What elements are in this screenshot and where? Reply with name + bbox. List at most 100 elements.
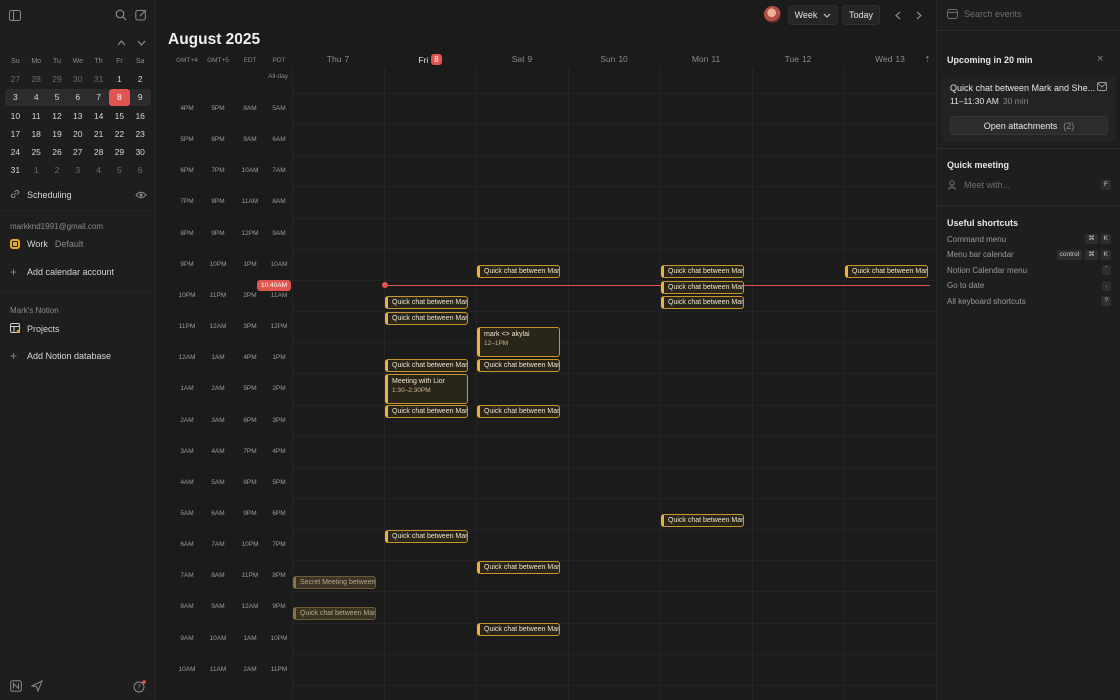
mini-calendar-day[interactable]: 16 <box>130 107 151 124</box>
mini-calendar-day[interactable]: 31 <box>5 162 26 179</box>
event-quick-chat[interactable]: Quick chat between Mark and Sheena <box>661 281 744 294</box>
mini-calendar-day[interactable]: 5 <box>46 88 68 106</box>
search-icon[interactable] <box>112 6 130 24</box>
mini-calendar-day[interactable]: 24 <box>5 144 26 161</box>
day-header-wed[interactable]: Wed 13 <box>844 54 936 64</box>
mini-calendar-day[interactable]: 28 <box>26 71 47 88</box>
shortcut-row[interactable]: Notion Calendar menu ` <box>947 265 1111 275</box>
open-attachments-button[interactable]: Open attachments (2) <box>950 116 1108 135</box>
event-quick-chat[interactable]: Quick chat between Mark and Sheena <box>661 514 744 527</box>
event-quick-chat[interactable]: Quick chat between Mark and Sheena <box>477 561 560 574</box>
mini-calendar-day[interactable]: 6 <box>130 162 151 179</box>
mini-calendar-day[interactable]: 15 <box>109 107 130 124</box>
event-quick-chat[interactable]: Quick chat between Mark and Sheena <box>477 623 560 636</box>
mini-calendar-day[interactable]: 27 <box>5 71 26 88</box>
mini-calendar-day[interactable]: 2 <box>47 162 68 179</box>
meet-with-field[interactable]: Meet with... F <box>947 180 1111 190</box>
mini-calendar-day[interactable]: 12 <box>47 107 68 124</box>
shortcut-row[interactable]: Menu bar calendar control ⌘ K <box>947 249 1111 260</box>
day-header-fri[interactable]: Fri 8 <box>384 54 476 65</box>
event-quick-chat[interactable]: Quick chat between Mark and Sheena <box>385 312 468 325</box>
calendar-item-work[interactable]: Work Default <box>10 239 83 249</box>
mini-calendar-day[interactable]: 1 <box>109 71 130 88</box>
add-calendar-account-button[interactable]: + Add calendar account <box>10 265 114 279</box>
mini-calendar-day[interactable]: 13 <box>67 107 88 124</box>
search-events-field[interactable]: Search events <box>947 9 1022 19</box>
mini-calendar-next-icon[interactable] <box>132 34 150 52</box>
day-header-sun[interactable]: Sun 10 <box>568 54 660 64</box>
mini-calendar-day[interactable]: 26 <box>47 144 68 161</box>
calendar-color-checkbox[interactable] <box>10 239 20 249</box>
notion-item-projects[interactable]: Projects <box>10 323 60 335</box>
event-quick-chat[interactable]: Quick chat between Mark and Sheena <box>385 530 468 543</box>
mini-calendar-day[interactable]: 2 <box>130 71 151 88</box>
today-button[interactable]: Today <box>842 5 880 25</box>
mini-calendar-day[interactable]: 27 <box>67 144 88 161</box>
mini-calendar-day[interactable]: 21 <box>88 125 109 142</box>
send-icon[interactable] <box>28 677 46 695</box>
mini-calendar-day[interactable]: 6 <box>67 88 89 106</box>
mini-calendar-day[interactable]: 17 <box>5 125 26 142</box>
mini-calendar-day[interactable]: 9 <box>129 88 151 106</box>
event-quick-chat[interactable]: Quick chat between Mark and Sheena <box>661 296 744 309</box>
event-quick-chat[interactable]: Quick chat between Mark and Sheena <box>477 405 560 418</box>
mini-calendar-day[interactable]: 30 <box>67 71 88 88</box>
mini-calendar-day[interactable]: 31 <box>88 71 109 88</box>
day-header-mon[interactable]: Mon 11 <box>660 54 752 64</box>
mini-calendar-day[interactable]: 23 <box>130 125 151 142</box>
event-quick-chat[interactable]: Quick chat between Mark and Sheena <box>477 359 560 372</box>
event-quick-chat[interactable]: Quick chat between Mark and Sheena <box>661 265 744 278</box>
day-header-thu[interactable]: Thu 7 <box>292 54 384 64</box>
mini-calendar-day[interactable]: 30 <box>130 144 151 161</box>
event-quick-chat[interactable]: Quick chat between Mark and Sheena <box>477 265 560 278</box>
mini-calendar-day[interactable]: 7 <box>88 88 109 106</box>
mini-calendar-day[interactable]: 3 <box>67 162 88 179</box>
mini-calendar-day[interactable]: 5 <box>109 162 130 179</box>
mini-calendar-day[interactable]: 22 <box>109 125 130 142</box>
mini-calendar-prev-icon[interactable] <box>112 34 130 52</box>
eye-icon[interactable] <box>132 186 150 204</box>
mini-calendar-day[interactable]: 8 <box>108 88 130 106</box>
mini-calendar-day[interactable]: 11 <box>26 107 47 124</box>
mini-calendar-day[interactable]: 14 <box>88 107 109 124</box>
close-icon[interactable]: × <box>1097 53 1103 65</box>
scheduling-row[interactable]: Scheduling <box>10 189 72 201</box>
email-icon[interactable] <box>1097 82 1107 94</box>
event-quick-chat[interactable]: Quick chat between Mark and Sheena <box>845 265 928 278</box>
mini-calendar-day[interactable]: 1 <box>26 162 47 179</box>
mini-calendar-day[interactable]: 29 <box>109 144 130 161</box>
add-notion-database-button[interactable]: + Add Notion database <box>10 349 111 363</box>
day-header-tue[interactable]: Tue 12 <box>752 54 844 64</box>
notion-app-icon[interactable] <box>7 677 25 695</box>
day-header-sat[interactable]: Sat 9 <box>476 54 568 64</box>
mini-calendar-day[interactable]: 29 <box>47 71 68 88</box>
mini-calendar-day[interactable]: 4 <box>25 88 47 106</box>
mini-calendar-day[interactable]: 25 <box>26 144 47 161</box>
view-selector-button[interactable]: Week <box>788 5 838 25</box>
previous-week-icon[interactable] <box>890 6 906 24</box>
shortcut-row[interactable]: Command menu ⌘ K <box>947 234 1111 244</box>
mini-calendar-day[interactable]: 19 <box>47 125 68 142</box>
event-quick-chat[interactable]: Quick chat between Mark and Sheena <box>385 296 468 309</box>
event-meeting-with-lior[interactable]: Meeting with Lior 1:30–2:30PM <box>385 374 468 404</box>
mini-calendar-day[interactable]: 18 <box>26 125 47 142</box>
mini-calendar-day[interactable]: 4 <box>88 162 109 179</box>
mini-calendar-day[interactable]: 20 <box>67 125 88 142</box>
shortcut-row[interactable]: Go to date. <box>947 280 1111 291</box>
event-secret-meeting[interactable]: Secret Meeting between Mark and Sheena <box>293 576 376 589</box>
new-event-icon[interactable] <box>132 6 150 24</box>
event-quick-chat[interactable]: Quick chat between Mark and Sheena <box>385 359 468 372</box>
event-quick-chat[interactable]: Quick chat between Mark and Sheena <box>385 405 468 418</box>
help-icon[interactable]: ? <box>130 677 148 695</box>
mini-calendar-day[interactable]: 28 <box>88 144 109 161</box>
mini-calendar-day[interactable]: 10 <box>5 107 26 124</box>
event-quick-chat[interactable]: Quick chat between Mark and Sheena <box>293 607 376 620</box>
user-avatar[interactable] <box>764 6 781 23</box>
upcoming-event-card[interactable]: Quick chat between Mark and She... 11–11… <box>942 76 1116 142</box>
mini-calendar-day[interactable]: 3 <box>5 88 26 106</box>
next-week-icon[interactable] <box>911 6 927 24</box>
sidebar-toggle-icon[interactable] <box>6 6 24 24</box>
collapse-days-icon[interactable]: ⇡ <box>924 55 931 64</box>
event-mark-akylai[interactable]: mark <> akylai 12–1PM <box>477 327 560 357</box>
shortcut-row[interactable]: All keyboard shortcuts? <box>947 296 1111 306</box>
